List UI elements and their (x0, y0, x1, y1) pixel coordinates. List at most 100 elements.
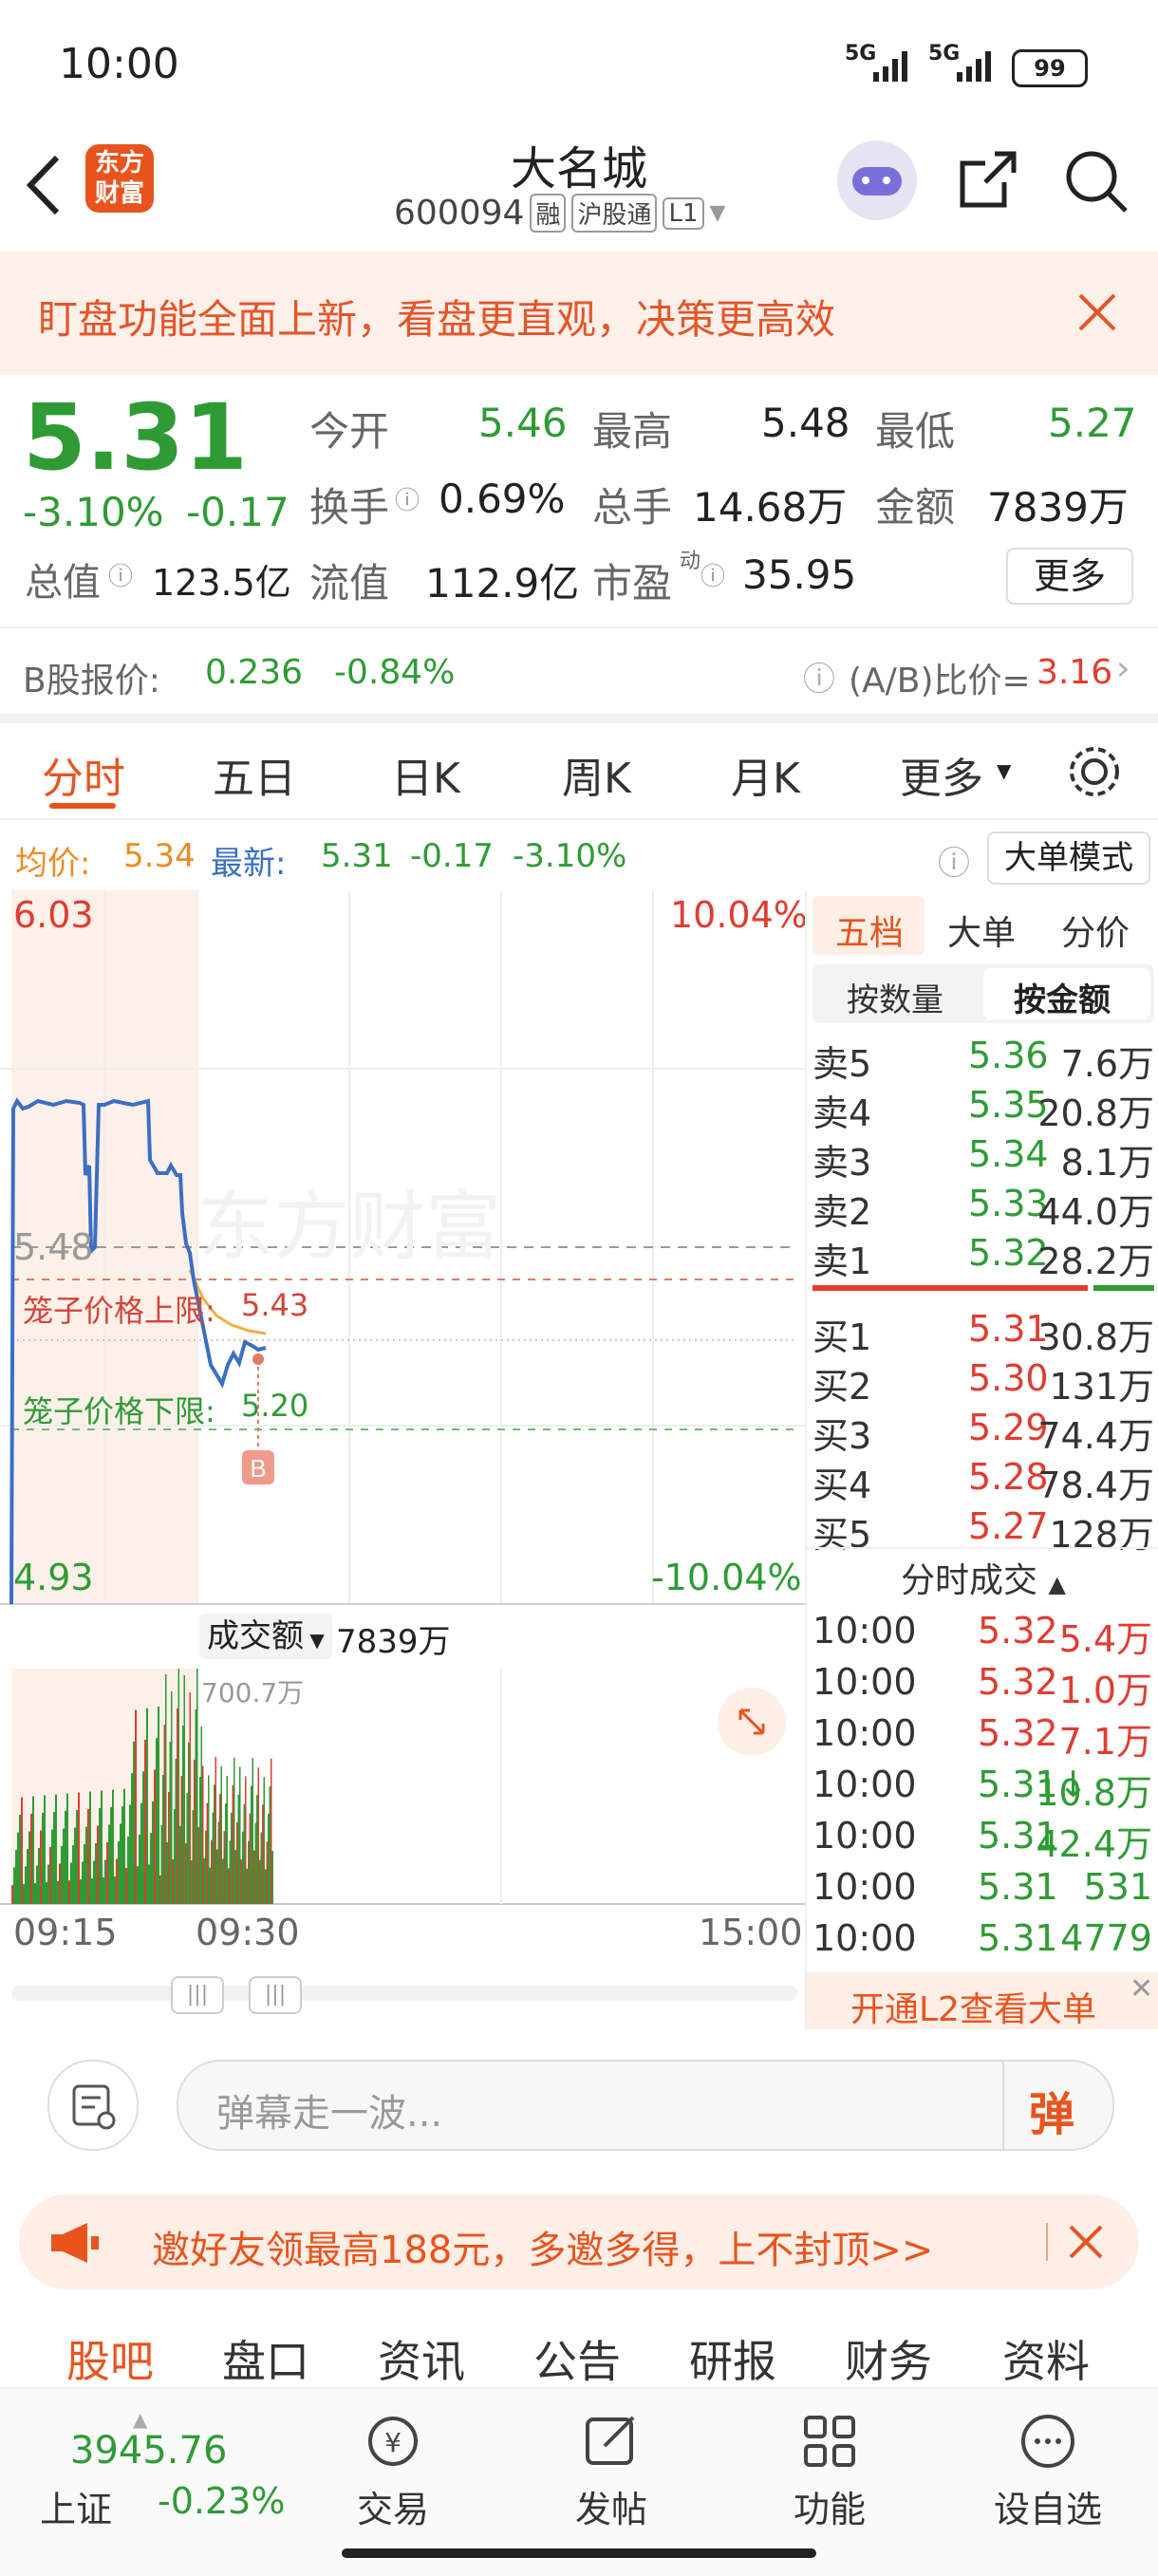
help-icon[interactable]: ⓘ (803, 653, 835, 700)
ticks-header[interactable]: 分时成交 ▲ (807, 1553, 1158, 1602)
bid-level[interactable]: 买2 5.30 131万 (807, 1352, 1158, 1408)
volume-bar (220, 1766, 222, 1904)
ask-bid-ratio-green (1093, 1285, 1154, 1291)
volume-bar (116, 1858, 118, 1904)
volume-bar (42, 1813, 44, 1904)
chevron-right-icon[interactable]: › (1116, 649, 1130, 688)
tab-announcements[interactable]: 公告 (533, 2327, 621, 2390)
ratio-label: (A/B)比价= (849, 662, 1031, 700)
help-icon[interactable]: ⓘ (938, 837, 970, 884)
tab-profile[interactable]: 资料 (1002, 2327, 1090, 2390)
tab-finance[interactable]: 财务 (845, 2327, 932, 2390)
tab-research[interactable]: 研报 (689, 2327, 776, 2390)
info-icon[interactable]: ⓘ (395, 481, 420, 516)
volume-bar (231, 1813, 233, 1904)
b-share-price: 0.236 (205, 653, 304, 692)
volume-bar (156, 1738, 158, 1904)
ask-level[interactable]: 卖1 5.32 28.2万 (807, 1226, 1158, 1282)
big-order-mode-button[interactable]: 大单模式 (987, 831, 1150, 885)
tab-intraday[interactable]: 分时 (42, 744, 125, 805)
tick-price: 5.31 (978, 1917, 1058, 1959)
danmaku-send-button[interactable]: 弹 (1029, 2077, 1074, 2143)
tab-more[interactable]: 更多 (900, 744, 983, 805)
assistant-avatar-icon[interactable] (837, 140, 917, 220)
panel-tab-five-levels[interactable]: 五档 (835, 905, 904, 955)
info-icon[interactable]: ⓘ (108, 557, 133, 592)
status-bar: 10:00 5G 5G 99 (0, 0, 1158, 123)
ask-level[interactable]: 卖4 5.35 20.8万 (807, 1078, 1158, 1134)
volume-bar (76, 1810, 78, 1904)
tab-weekly-k[interactable]: 周K (562, 744, 631, 805)
tab-guba[interactable]: 股吧 (66, 2327, 154, 2390)
segment-by-amount[interactable]: 按金额 (1014, 974, 1111, 1020)
volume-bar (146, 1708, 148, 1904)
index-value: 3945.76 (70, 2429, 228, 2473)
info-icon[interactable]: ⓘ (700, 557, 725, 592)
panel-tab-big-orders[interactable]: 大单 (947, 905, 1016, 955)
bid-level[interactable]: 买3 5.29 74.4万 (807, 1401, 1158, 1457)
range-handle-left[interactable]: ||| (171, 1976, 224, 2014)
invite-banner[interactable]: 邀好友领最高188元，多邀多得，上不封顶>> (19, 2194, 1139, 2289)
bid-level[interactable]: 买5 5.27 128万 (807, 1500, 1158, 1556)
volume-select[interactable]: 成交额 ▼ (199, 1614, 332, 1659)
feature-banner[interactable]: 盯盘功能全面上新，看盘更直观，决策更高效 (0, 252, 1158, 375)
volume-bar (30, 1814, 32, 1904)
segment-by-quantity[interactable]: 按数量 (847, 974, 943, 1020)
gear-icon[interactable] (1065, 742, 1124, 801)
tab-pankou[interactable]: 盘口 (222, 2327, 309, 2390)
tab-daily-k[interactable]: 日K (391, 744, 460, 805)
panel-tab-price-dist[interactable]: 分价 (1061, 905, 1130, 955)
intraday-chart[interactable]: B 东方 财富 6.03 10.04% 5.48 笼子价格上限: 5.43 笼子… (0, 890, 808, 1612)
danmaku-input[interactable]: 弹幕走一波... 弹 (177, 2060, 1114, 2151)
tick-volume: 531 (1083, 1866, 1152, 1908)
dropdown-icon[interactable]: ▼ (997, 759, 1011, 782)
close-icon[interactable] (1067, 2223, 1105, 2261)
ask-levels: 卖5 5.36 7.6万 卖4 5.35 20.8万 卖3 5.34 8.1万 卖2 5.33 44.… (807, 1029, 1158, 1282)
range-handle-right[interactable]: ||| (249, 1976, 302, 2014)
volume-bar (65, 1811, 66, 1904)
nav-features[interactable]: 功能 (754, 2408, 906, 2532)
l2-promo[interactable]: 开通L2查看大单 ✕ (807, 1972, 1158, 2029)
volume-bar (106, 1842, 108, 1904)
share-icon[interactable] (957, 148, 1019, 211)
ask-level[interactable]: 卖3 5.34 8.1万 (807, 1128, 1158, 1184)
volume-bar (120, 1823, 121, 1904)
ask-level[interactable]: 卖2 5.33 44.0万 (807, 1177, 1158, 1233)
tab-monthly-k[interactable]: 月K (731, 744, 800, 805)
trade-icon: ¥ (368, 2417, 418, 2466)
close-icon[interactable]: ✕ (1130, 1972, 1153, 2006)
expand-icon[interactable] (718, 1688, 786, 1756)
b-share-row[interactable]: B股报价: 0.236 -0.84% ⓘ (A/B)比价= 3.16 › (0, 628, 1158, 723)
time-scroll-track[interactable] (11, 1986, 797, 2001)
more-button[interactable]: 更多 (1006, 548, 1133, 605)
nav-watchlist[interactable]: 设自选 (972, 2408, 1124, 2532)
bid-levels: 买1 5.31 30.8万 买2 5.30 131万 买3 5.29 74.4万 买4 5.28 78… (807, 1302, 1158, 1556)
pe-value: 35.95 (742, 551, 857, 598)
tab-news[interactable]: 资讯 (378, 2327, 465, 2390)
volume-bar (163, 1725, 165, 1904)
mktcap-value: 123.5亿 (152, 562, 291, 604)
bid-level[interactable]: 买4 5.28 78.4万 (807, 1450, 1158, 1506)
volume-bar (233, 1757, 235, 1904)
ask-level[interactable]: 卖5 5.36 7.6万 (807, 1029, 1158, 1085)
tick-price: 5.32 (978, 1661, 1058, 1703)
close-icon[interactable] (1076, 291, 1118, 333)
bid-level[interactable]: 买1 5.31 30.8万 (807, 1302, 1158, 1358)
index-ticker[interactable]: 3945.76 上证 -0.23% ▲ (19, 2408, 304, 2541)
volume-bar (172, 1859, 174, 1904)
level-volume: 128万 (1049, 1514, 1154, 1556)
nav-post[interactable]: 发帖 (535, 2408, 687, 2532)
volume-bar (108, 1824, 110, 1904)
dropdown-icon[interactable]: ▼ (710, 201, 726, 225)
stock-header: 东方 财富 大名城 600094 融 沪股通 L1 ▼ (0, 123, 1158, 252)
volume-bar (203, 1857, 205, 1904)
svg-text:¥: ¥ (384, 2427, 402, 2458)
tab-five-day[interactable]: 五日 (213, 744, 296, 805)
search-icon[interactable] (1063, 148, 1130, 215)
volume-bar (121, 1806, 123, 1904)
danmaku-settings-icon[interactable] (47, 2060, 139, 2151)
level-label: 卖1 (812, 1241, 872, 1282)
grid-icon (804, 2416, 855, 2467)
volume-max-label: 700.7万 (201, 1677, 305, 1708)
nav-trade[interactable]: ¥ 交易 (317, 2408, 469, 2532)
